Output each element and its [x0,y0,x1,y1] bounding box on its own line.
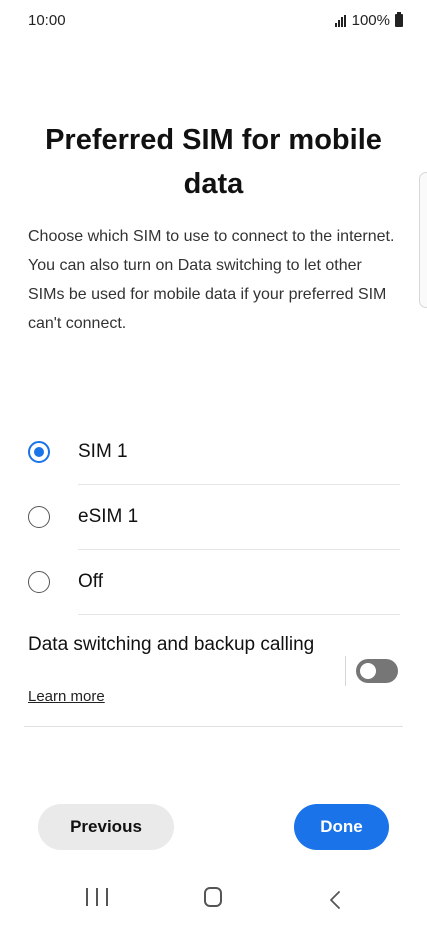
option-esim-1[interactable]: eSIM 1 [28,485,400,549]
option-label: SIM 1 [78,441,128,462]
status-indicators: 100% [334,12,403,29]
data-switching-toggle[interactable] [356,659,398,683]
data-switching-row[interactable]: Data switching and backup calling Learn … [28,630,400,716]
done-button[interactable]: Done [294,804,389,850]
previous-button[interactable]: Previous [38,804,174,850]
option-sim-1[interactable]: SIM 1 [28,420,400,484]
recents-icon[interactable] [86,888,108,908]
learn-more-link[interactable]: Learn more [28,688,105,705]
radio-button[interactable] [28,506,50,528]
battery-percentage: 100% [351,12,390,29]
option-off[interactable]: Off [28,550,400,614]
divider [78,614,400,615]
divider [24,726,403,727]
radio-button[interactable] [28,571,50,593]
option-label: eSIM 1 [78,506,139,527]
scroll-edge-indicator[interactable] [419,172,427,308]
status-bar: 10:00 100% [0,0,427,44]
home-icon[interactable] [204,887,222,907]
navigation-bar [0,876,427,926]
page-title: Preferred SIM for mobile data [45,124,382,200]
signal-icon [334,14,346,27]
switch-separator [345,656,346,686]
radio-button-checked[interactable] [28,441,50,463]
page-description: Choose which SIM to use to connect to th… [28,228,395,332]
back-icon[interactable] [326,890,346,910]
status-time: 10:00 [28,12,66,29]
option-label: Off [78,571,103,592]
battery-icon [395,12,403,27]
data-switching-title: Data switching and backup calling [28,634,315,655]
